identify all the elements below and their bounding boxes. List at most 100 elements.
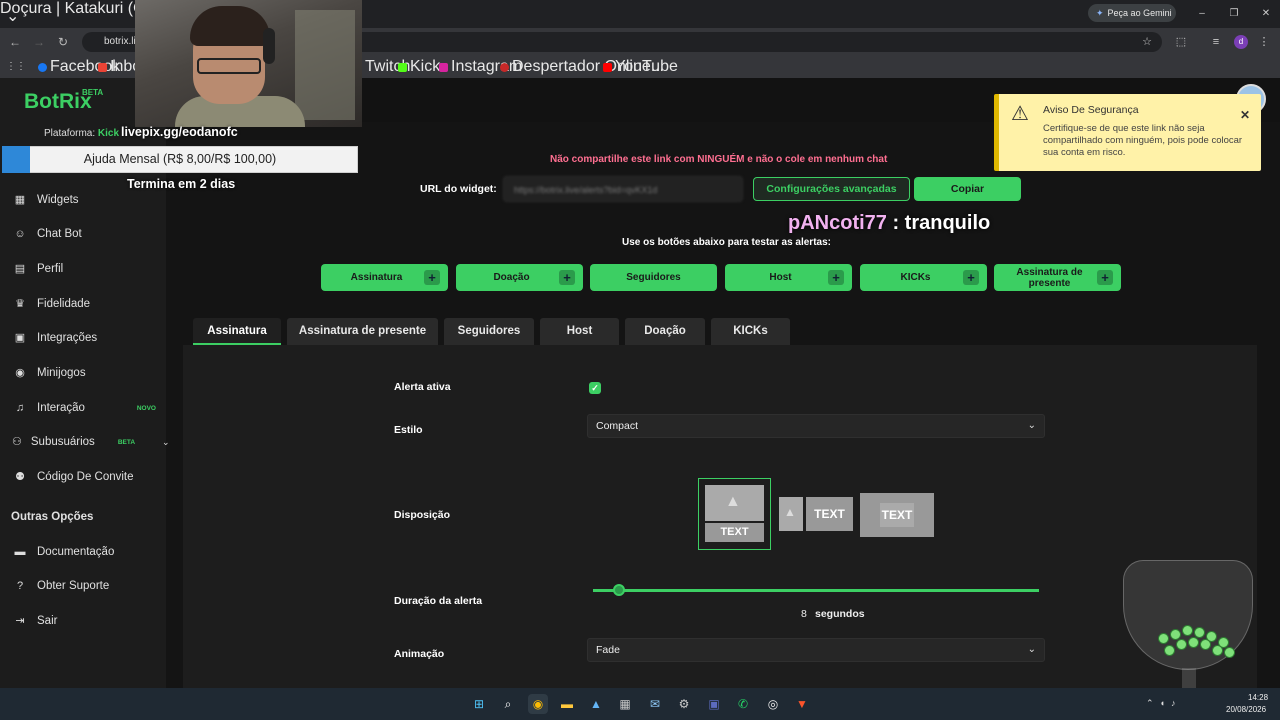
sidebar-item-fidelidade[interactable]: ♛ Fidelidade <box>0 288 166 320</box>
platform-label: Plataforma: <box>44 128 96 139</box>
tab-seguidores[interactable]: Seguidores <box>444 318 534 345</box>
whatsapp-icon[interactable]: ✆ <box>733 694 753 714</box>
system-tray-icons[interactable]: ⌃◖♪ <box>1146 698 1181 709</box>
sidebar-item-perfil[interactable]: ▤ Perfil <box>0 253 166 285</box>
search-icon[interactable]: ⌕ <box>498 694 518 714</box>
media-icon[interactable]: ≡ <box>1208 34 1224 50</box>
sidebar-item-codigo-convite[interactable]: ⚉ Código De Convite <box>0 461 166 493</box>
close-window-icon[interactable]: ✕ <box>1258 6 1274 22</box>
user-plus-icon: ⚉ <box>15 471 25 483</box>
sidebar-item-subusuarios[interactable]: ⚇ Subusuários BETA ⌄ <box>0 426 170 458</box>
close-icon[interactable]: ✕ <box>1240 108 1250 122</box>
bookmark-youtube[interactable]: YouTube <box>603 58 678 75</box>
copy-button[interactable]: Copiar <box>914 177 1021 201</box>
duration-slider-thumb[interactable] <box>613 584 625 596</box>
tab-assinatura-presente[interactable]: Assinatura de presente <box>287 318 438 345</box>
animation-select[interactable]: Fade ⌄ <box>587 638 1045 662</box>
sidebar-item-documentacao[interactable]: ▬ Documentação <box>0 536 166 568</box>
test-button-label: KICKs <box>900 272 931 283</box>
style-select[interactable]: Compact ⌄ <box>587 414 1045 438</box>
toast-message: Certifique-se de que este link não seja … <box>1043 123 1243 158</box>
test-assinatura-button[interactable]: Assinatura + <box>321 264 448 291</box>
test-assinatura-presente-button[interactable]: Assinatura de presente + <box>994 264 1121 291</box>
bookmark-kick[interactable]: Kick <box>398 58 440 75</box>
chevron-down-icon: ⌄ <box>1027 420 1036 431</box>
sidebar-item-chat-bot[interactable]: ☺ Chat Bot <box>0 218 166 250</box>
apps-grid-icon[interactable]: ⋮⋮ <box>6 59 26 75</box>
webcam-feed <box>135 0 362 127</box>
chrome-icon[interactable]: ◉ <box>528 694 548 714</box>
profile-avatar[interactable]: d <box>1234 35 1248 49</box>
tab-kicks[interactable]: KICKs <box>711 318 790 345</box>
chevron-down-icon[interactable]: ⌄ <box>162 437 170 448</box>
test-button-label: Assinatura <box>350 272 403 283</box>
test-host-button[interactable]: Host + <box>725 264 852 291</box>
bookmark-star-icon[interactable]: ☆ <box>1139 34 1155 50</box>
brave-icon[interactable]: ▼ <box>792 694 812 714</box>
sidebar-item-label: Subusuários <box>30 436 95 448</box>
extensions-icon[interactable]: ⬚ <box>1173 34 1189 50</box>
tab-doacao[interactable]: Doação <box>625 318 705 345</box>
obs-icon[interactable]: ◎ <box>763 694 783 714</box>
layout-option-side-text[interactable]: TEXT <box>806 497 853 531</box>
plus-icon: + <box>828 270 844 285</box>
sidebar-item-interacao[interactable]: ♫ Interação NOVO <box>0 392 166 424</box>
minimize-icon[interactable]: – <box>1194 6 1210 22</box>
users-icon: ⚇ <box>12 436 22 448</box>
style-label: Estilo <box>394 424 423 436</box>
clock-time[interactable]: 14:28 <box>1248 693 1268 702</box>
chat-text: : tranquilo <box>886 212 991 234</box>
test-alerts-label: Use os botões abaixo para testar as aler… <box>622 237 831 248</box>
back-icon[interactable]: ← <box>7 34 23 50</box>
file-explorer-icon[interactable]: ▬ <box>557 694 577 714</box>
test-button-label: Doação <box>493 272 530 283</box>
sidebar-item-label: Código De Convite <box>37 471 134 483</box>
teams-icon[interactable]: ▣ <box>704 694 724 714</box>
logo-beta-badge: BETA <box>82 88 104 97</box>
tab-host[interactable]: Host <box>540 318 619 345</box>
forward-icon[interactable]: → <box>31 34 47 50</box>
sidebar-item-label: Documentação <box>37 546 115 558</box>
duration-label: Duração da alerta <box>394 595 483 607</box>
duration-unit: segundos <box>815 608 865 620</box>
music-icon: ♫ <box>15 402 25 414</box>
menu-dots-icon[interactable]: ⋮ <box>1256 34 1272 50</box>
help-icon: ? <box>16 580 24 592</box>
image-placeholder-icon: ▲ <box>705 485 764 521</box>
sidebar-item-sair[interactable]: ⇥ Sair <box>0 605 166 637</box>
sidebar-item-suporte[interactable]: ? Obter Suporte <box>0 570 166 602</box>
maximize-icon[interactable]: ❐ <box>1226 6 1242 22</box>
sidebar-item-integracoes[interactable]: ▣ Integrações <box>0 322 166 354</box>
alert-active-checkbox[interactable]: ✓ <box>589 382 601 394</box>
gemini-button[interactable]: ✦ Peça ao Gemini <box>1088 4 1176 22</box>
logout-icon: ⇥ <box>15 615 25 627</box>
mail-icon[interactable]: ✉ <box>645 694 665 714</box>
widget-url-input[interactable]: https://botrix.live/alerts?bid=qvKX1d <box>503 176 743 202</box>
sidebar-item-label: Integrações <box>37 332 98 344</box>
sidebar-item-label: Widgets <box>37 194 79 206</box>
layout-option-side-image[interactable]: ▲ <box>779 497 803 531</box>
share-warning: Não compartilhe este link com NINGUÉM e … <box>550 154 888 165</box>
calculator-icon[interactable]: ▦ <box>615 694 635 714</box>
kick-icon <box>398 62 407 72</box>
tab-assinatura[interactable]: Assinatura <box>193 318 281 345</box>
sidebar-item-label: Interação <box>37 402 85 414</box>
test-seguidores-button[interactable]: Seguidores <box>590 264 717 291</box>
photos-icon[interactable]: ▲ <box>586 694 606 714</box>
test-kicks-button[interactable]: KICKs + <box>860 264 987 291</box>
youtube-icon <box>603 62 612 72</box>
settings-gear-icon[interactable]: ⚙ <box>674 694 694 714</box>
duration-slider-track[interactable] <box>593 589 1039 592</box>
beta-badge: BETA <box>117 438 136 446</box>
reload-icon[interactable]: ↻ <box>55 34 71 50</box>
other-options-heading: Outras Opções <box>11 511 94 523</box>
sidebar-item-minijogos[interactable]: ◉ Minijogos <box>0 357 166 389</box>
style-select-value: Compact <box>596 420 639 432</box>
test-doacao-button[interactable]: Doação + <box>456 264 583 291</box>
windows-start-icon[interactable]: ⊞ <box>469 694 489 714</box>
advanced-settings-button[interactable]: Configurações avançadas <box>753 177 910 201</box>
sidebar-item-label: Perfil <box>37 263 64 275</box>
sidebar-item-label: Sair <box>37 615 58 627</box>
gemini-label: Peça ao Gemini <box>1107 8 1172 18</box>
clock-date[interactable]: 20/08/2026 <box>1226 705 1266 714</box>
